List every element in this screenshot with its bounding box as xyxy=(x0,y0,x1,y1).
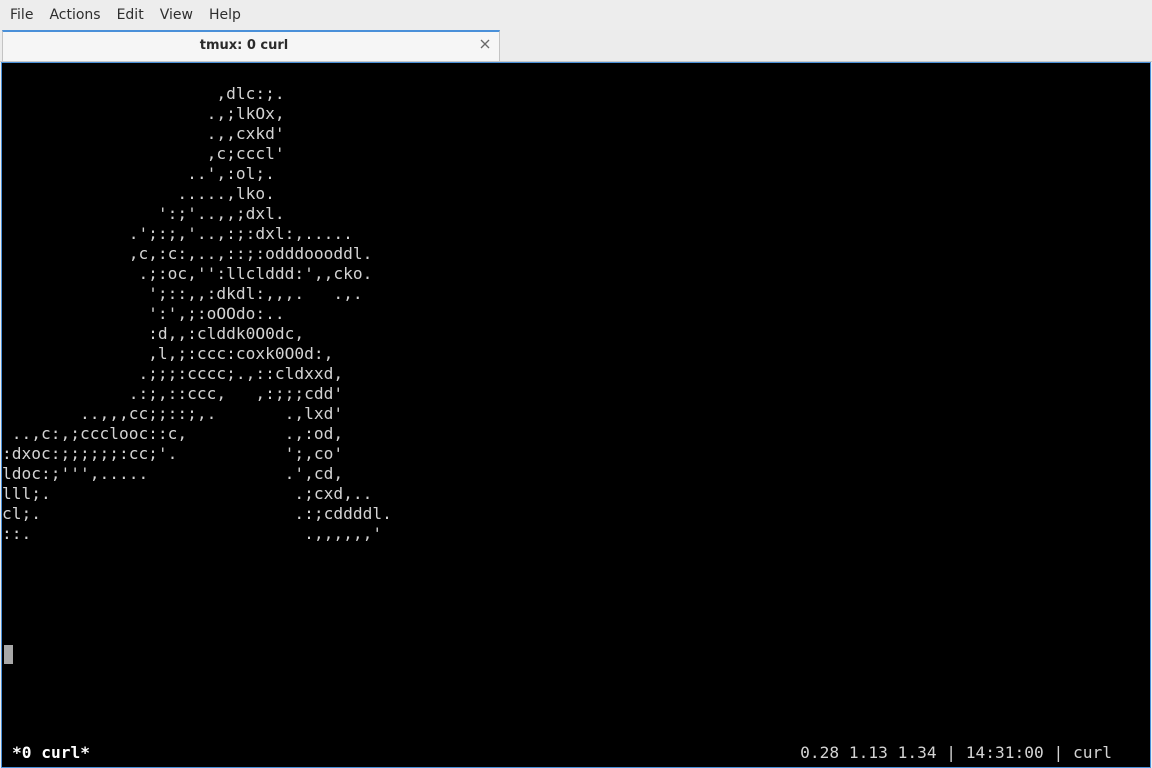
menu-file[interactable]: File xyxy=(2,0,41,30)
tmux-status-bar: *0 curl* 0.28 1.13 1.34 | 14:31:00 | cur… xyxy=(2,739,1150,767)
terminal-cursor xyxy=(4,645,13,664)
terminal-pane[interactable]: ,dlc:;. .,;lkOx, .,,cxkd' ,c;cccl' ..',:… xyxy=(1,62,1151,768)
menu-view[interactable]: View xyxy=(152,0,201,30)
terminal-window: File Actions Edit View Help tmux: 0 curl… xyxy=(0,0,1152,768)
ascii-art-output: ,dlc:;. .,;lkOx, .,,cxkd' ,c;cccl' ..',:… xyxy=(2,84,392,543)
tmux-status-info: 0.28 1.13 1.34 | 14:31:00 | curl xyxy=(800,743,1112,762)
menu-help[interactable]: Help xyxy=(201,0,249,30)
tab-tmux[interactable]: tmux: 0 curl xyxy=(2,30,500,61)
menu-edit[interactable]: Edit xyxy=(109,0,152,30)
menubar: File Actions Edit View Help xyxy=(0,0,1152,30)
tab-bar: tmux: 0 curl xyxy=(0,30,1152,62)
menu-actions[interactable]: Actions xyxy=(41,0,108,30)
tmux-window-label[interactable]: *0 curl* xyxy=(12,739,90,767)
close-icon[interactable] xyxy=(477,36,493,52)
tab-title: tmux: 0 curl xyxy=(199,38,289,53)
